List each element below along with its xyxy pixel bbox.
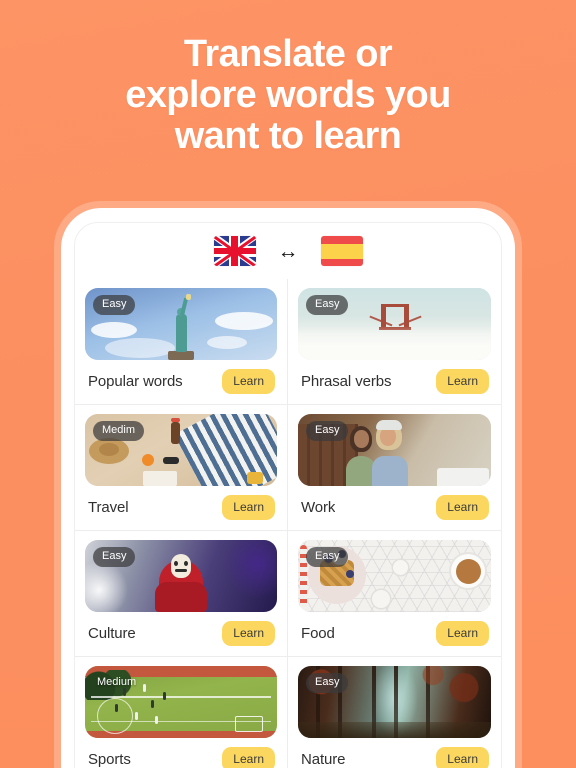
card-title: Food (301, 625, 335, 642)
topic-card-food[interactable]: Easy Food Learn (288, 530, 501, 656)
difficulty-badge: Easy (93, 295, 136, 315)
card-thumbnail: Medim (85, 414, 277, 486)
card-thumbnail: Easy (298, 666, 491, 738)
difficulty-badge: Easy (306, 295, 349, 315)
phone-mockup-frame: ↔ Easy Popular words Learn Easy Phrasal … (54, 201, 522, 768)
card-thumbnail: Easy (298, 414, 491, 486)
card-footer: Food Learn (298, 612, 491, 648)
difficulty-badge: Easy (93, 547, 136, 567)
page-headline: Translate or explore words you want to l… (0, 34, 576, 157)
topic-card-nature[interactable]: Easy Nature Learn (288, 656, 501, 768)
topic-card-phrasal-verbs[interactable]: Easy Phrasal verbs Learn (288, 279, 501, 404)
card-thumbnail: Easy (298, 540, 491, 612)
card-footer: Work Learn (298, 486, 491, 522)
card-thumbnail: Easy (298, 288, 491, 360)
difficulty-badge: Medium (97, 676, 137, 688)
difficulty-badge: Easy (306, 421, 349, 441)
card-title: Culture (88, 625, 136, 642)
headline-line-3: want to learn (174, 115, 402, 157)
card-footer: Nature Learn (298, 738, 491, 768)
learn-button[interactable]: Learn (222, 369, 275, 394)
card-title: Popular words (88, 373, 183, 390)
learn-button[interactable]: Learn (436, 369, 489, 394)
headline-line-2: explore words you (125, 74, 451, 116)
learn-button[interactable]: Learn (436, 747, 489, 768)
card-thumbnail: Easy (85, 540, 277, 612)
topic-card-popular-words[interactable]: Easy Popular words Learn (75, 279, 288, 404)
topic-card-grid: Easy Popular words Learn Easy Phrasal ve… (75, 279, 501, 768)
united-kingdom-flag-icon[interactable] (213, 236, 256, 266)
difficulty-badge: Medim (93, 421, 145, 441)
card-footer: Sports Learn (85, 738, 277, 768)
card-footer: Travel Learn (85, 486, 277, 522)
learn-button[interactable]: Learn (222, 747, 275, 768)
learn-button[interactable]: Learn (436, 495, 489, 520)
card-footer: Phrasal verbs Learn (298, 360, 491, 396)
language-switch-bar[interactable]: ↔ (75, 223, 501, 279)
card-thumbnail: Medium (85, 666, 277, 738)
phone-body: ↔ Easy Popular words Learn Easy Phrasal … (61, 208, 515, 768)
topic-card-sports[interactable]: Medium Sports Learn (75, 656, 288, 768)
topic-card-travel[interactable]: Medim Travel Learn (75, 404, 288, 530)
card-title: Phrasal verbs (301, 373, 392, 390)
difficulty-badge: Easy (306, 673, 349, 693)
card-footer: Culture Learn (85, 612, 277, 648)
card-title: Nature (301, 751, 346, 768)
topic-card-work[interactable]: Easy Work Learn (288, 404, 501, 530)
card-thumbnail: Easy (85, 288, 277, 360)
spain-flag-icon[interactable] (320, 236, 363, 266)
learn-button[interactable]: Learn (222, 495, 275, 520)
app-screen: ↔ Easy Popular words Learn Easy Phrasal … (74, 222, 502, 768)
headline-line-1: Translate or (183, 33, 393, 75)
card-title: Travel (88, 499, 129, 516)
card-footer: Popular words Learn (85, 360, 277, 396)
learn-button[interactable]: Learn (436, 621, 489, 646)
difficulty-badge: Easy (306, 547, 349, 567)
learn-button[interactable]: Learn (222, 621, 275, 646)
topic-card-culture[interactable]: Easy Culture Learn (75, 530, 288, 656)
swap-languages-icon[interactable]: ↔ (278, 241, 299, 262)
card-title: Sports (88, 751, 131, 768)
card-title: Work (301, 499, 336, 516)
